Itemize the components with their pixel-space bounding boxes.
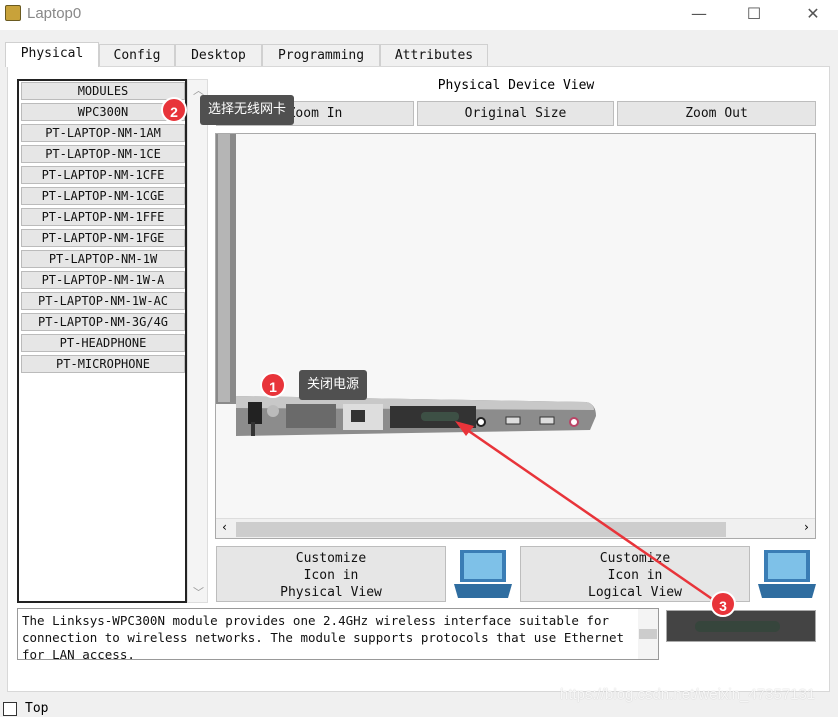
tab-config[interactable]: Config <box>99 44 175 66</box>
wireless-module <box>421 412 459 421</box>
module-item[interactable]: PT-LAPTOP-NM-1FFE <box>21 208 185 226</box>
horizontal-scrollbar[interactable]: ‹ › <box>216 518 815 538</box>
scroll-down-icon[interactable]: ﹀ <box>193 584 204 600</box>
title-bar: Laptop0 — ☐ ✕ <box>0 0 838 30</box>
minimize-button[interactable]: — <box>684 4 714 24</box>
module-list: MODULES WPC300N PT-LAPTOP-NM-1AM PT-LAPTOP-… <box>17 79 187 603</box>
description-scrollbar[interactable] <box>638 609 658 659</box>
tab-desktop[interactable]: Desktop <box>175 44 262 66</box>
laptop-side-image <box>216 134 596 436</box>
module-item[interactable]: PT-LAPTOP-NM-1FGE <box>21 229 185 247</box>
scroll-left-icon[interactable]: ‹ <box>221 520 228 534</box>
tab-programming[interactable]: Programming <box>262 44 380 66</box>
module-description: The Linksys-WPC300N module provides one … <box>17 608 659 660</box>
module-image <box>666 610 816 642</box>
module-item[interactable]: PT-LAPTOP-NM-1CFE <box>21 166 185 184</box>
zoom-out-button[interactable]: Zoom Out <box>617 101 816 126</box>
annotation-badge-1: 1 <box>260 372 286 398</box>
annotation-tooltip-2: 选择无线网卡 <box>200 95 295 125</box>
watermark: https://blog.csdn.net/weixin_47357131 <box>560 686 816 703</box>
top-checkbox[interactable] <box>3 702 17 716</box>
laptop-logical-icon[interactable] <box>756 550 818 604</box>
scroll-right-icon[interactable]: › <box>803 520 810 534</box>
close-button[interactable]: ✕ <box>798 4 828 24</box>
laptop-physical-icon[interactable] <box>452 550 514 604</box>
customize-physical-icon-button[interactable]: Customize Icon in Physical View <box>216 546 446 602</box>
module-item[interactable]: PT-LAPTOP-NM-1W-AC <box>21 292 185 310</box>
module-item[interactable]: PT-MICROPHONE <box>21 355 185 373</box>
annotation-badge-2: 2 <box>161 97 187 123</box>
module-item[interactable]: PT-LAPTOP-NM-1W-A <box>21 271 185 289</box>
module-item[interactable]: PT-HEADPHONE <box>21 334 185 352</box>
module-item[interactable]: PT-LAPTOP-NM-1CGE <box>21 187 185 205</box>
scroll-thumb[interactable] <box>236 522 726 537</box>
module-item[interactable]: PT-LAPTOP-NM-3G/4G <box>21 313 185 331</box>
original-size-button[interactable]: Original Size <box>417 101 614 126</box>
power-port-icon[interactable] <box>248 402 262 424</box>
module-item[interactable]: PT-LAPTOP-NM-1W <box>21 250 185 268</box>
ethernet-port-icon <box>351 410 365 422</box>
device-view-canvas: ‹ › <box>215 133 816 539</box>
top-label: Top <box>25 701 49 716</box>
view-title: Physical Device View <box>437 78 595 93</box>
annotation-badge-3: 3 <box>710 591 736 617</box>
app-icon <box>5 5 21 21</box>
module-item[interactable]: PT-LAPTOP-NM-1CE <box>21 145 185 163</box>
tab-attributes[interactable]: Attributes <box>380 44 488 66</box>
tab-physical[interactable]: Physical <box>5 42 99 67</box>
modules-header: MODULES <box>21 82 185 100</box>
power-button[interactable] <box>267 405 279 417</box>
module-item[interactable]: PT-LAPTOP-NM-1AM <box>21 124 185 142</box>
module-list-scrollbar[interactable]: ︿ ﹀ <box>187 79 208 603</box>
maximize-button[interactable]: ☐ <box>739 4 769 24</box>
annotation-tooltip-1: 关闭电源 <box>299 370 368 400</box>
window-title: Laptop0 <box>27 5 82 22</box>
